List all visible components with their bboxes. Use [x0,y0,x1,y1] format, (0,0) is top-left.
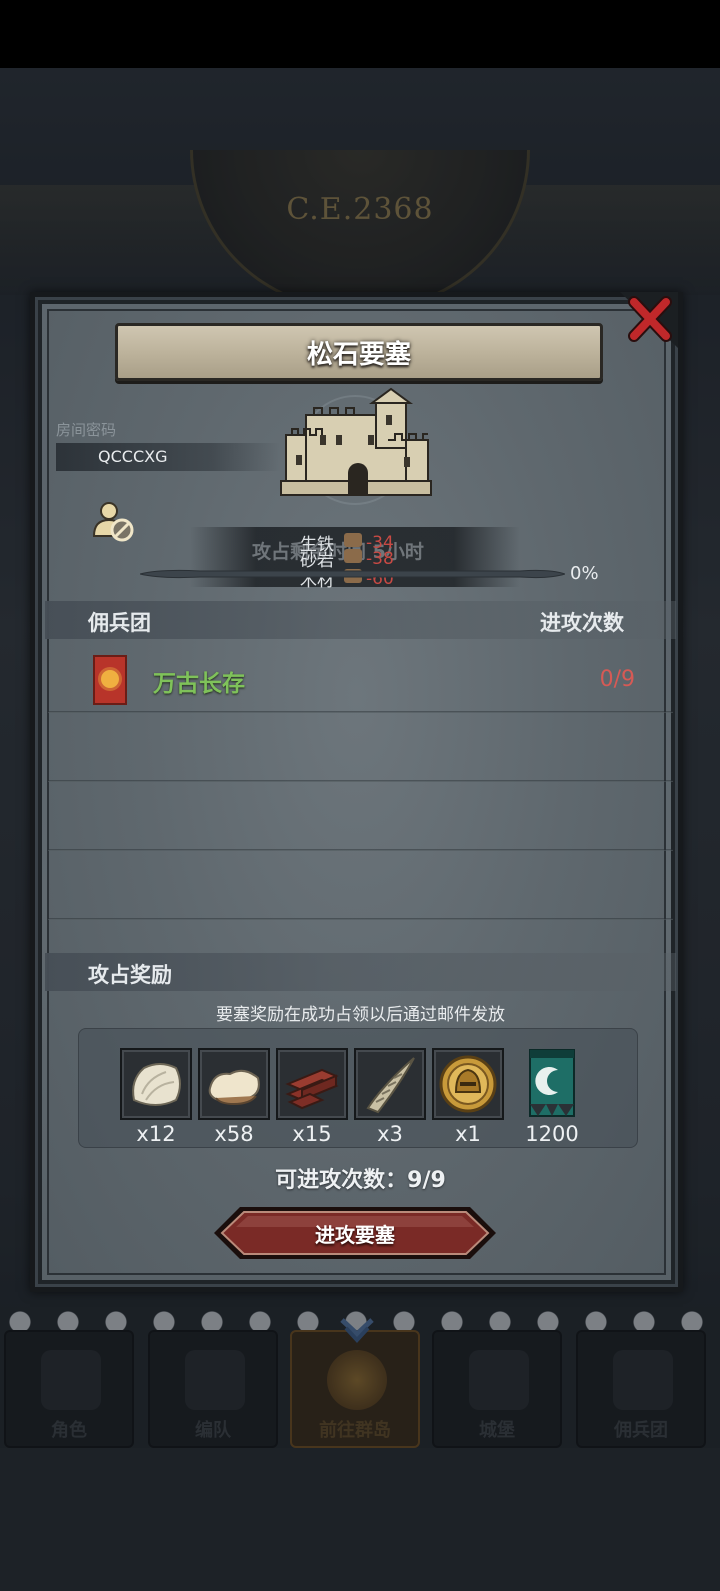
dialog-title: 松石要塞 [306,339,411,370]
reward-quantity: x1 [455,1122,481,1146]
reward-note: 要塞奖励在成功占领以后通过邮件发放 [216,1005,505,1025]
row-divider [48,780,673,782]
guild-attack-count: 0/9 [599,667,635,692]
close-button[interactable] [620,292,678,348]
no-owner-icon [92,502,134,542]
occupation-progress-bar [139,566,567,580]
title-banner: 松石要塞 [115,323,603,381]
attempts-remaining: 可进攻次数：9/9 [275,1168,446,1193]
reward-slot[interactable] [120,1048,192,1120]
status-bar [0,0,720,68]
reward-quantity: x58 [214,1122,254,1146]
sandstone-icon [344,549,362,563]
mercenary-header: 佣兵团 [88,611,151,635]
close-icon [620,292,678,348]
row-divider [48,711,673,713]
guild-flag-icon [93,655,127,705]
twisted-horn-icon [366,1057,415,1114]
reward-quantity: x15 [292,1122,332,1146]
reward-quantity: x3 [377,1122,403,1146]
reward-quantity: 1200 [525,1122,579,1146]
reward-slot[interactable] [354,1048,426,1120]
row-divider [48,849,673,851]
attack-fortress-button[interactable]: 进攻要塞 [212,1205,498,1261]
wool-fleece-icon [208,1069,260,1106]
reward-header: 攻占奖励 [88,963,172,987]
bottom-area [0,1448,720,1591]
guild-banner-icon[interactable] [528,1048,576,1118]
reward-slot[interactable] [276,1048,348,1120]
reward-slot[interactable] [198,1048,270,1120]
room-password-value: QCCCXG [98,447,168,466]
attack-count-header: 进攻次数 [540,611,624,635]
fortress-icon [280,387,432,496]
gold-helmet-medal-icon [439,1055,497,1113]
row-divider [48,918,673,920]
progress-percent: 0% [570,563,599,584]
wood-planks-icon [285,1068,339,1110]
fur-pelt-icon [132,1063,181,1106]
room-password-label: 房间密码 [56,421,117,439]
game-screen: C.E.2368 角色 编队 前往群岛 城堡 佣兵团 松石要塞 房间密码 QCC… [0,0,720,1591]
room-password-field[interactable] [56,443,280,471]
attack-button-label: 进攻要塞 [315,1222,395,1247]
reward-slot[interactable] [432,1048,504,1120]
reward-quantity: x12 [136,1122,176,1146]
guild-name[interactable]: 万古长存 [153,664,245,698]
pig-iron-icon [344,533,362,547]
